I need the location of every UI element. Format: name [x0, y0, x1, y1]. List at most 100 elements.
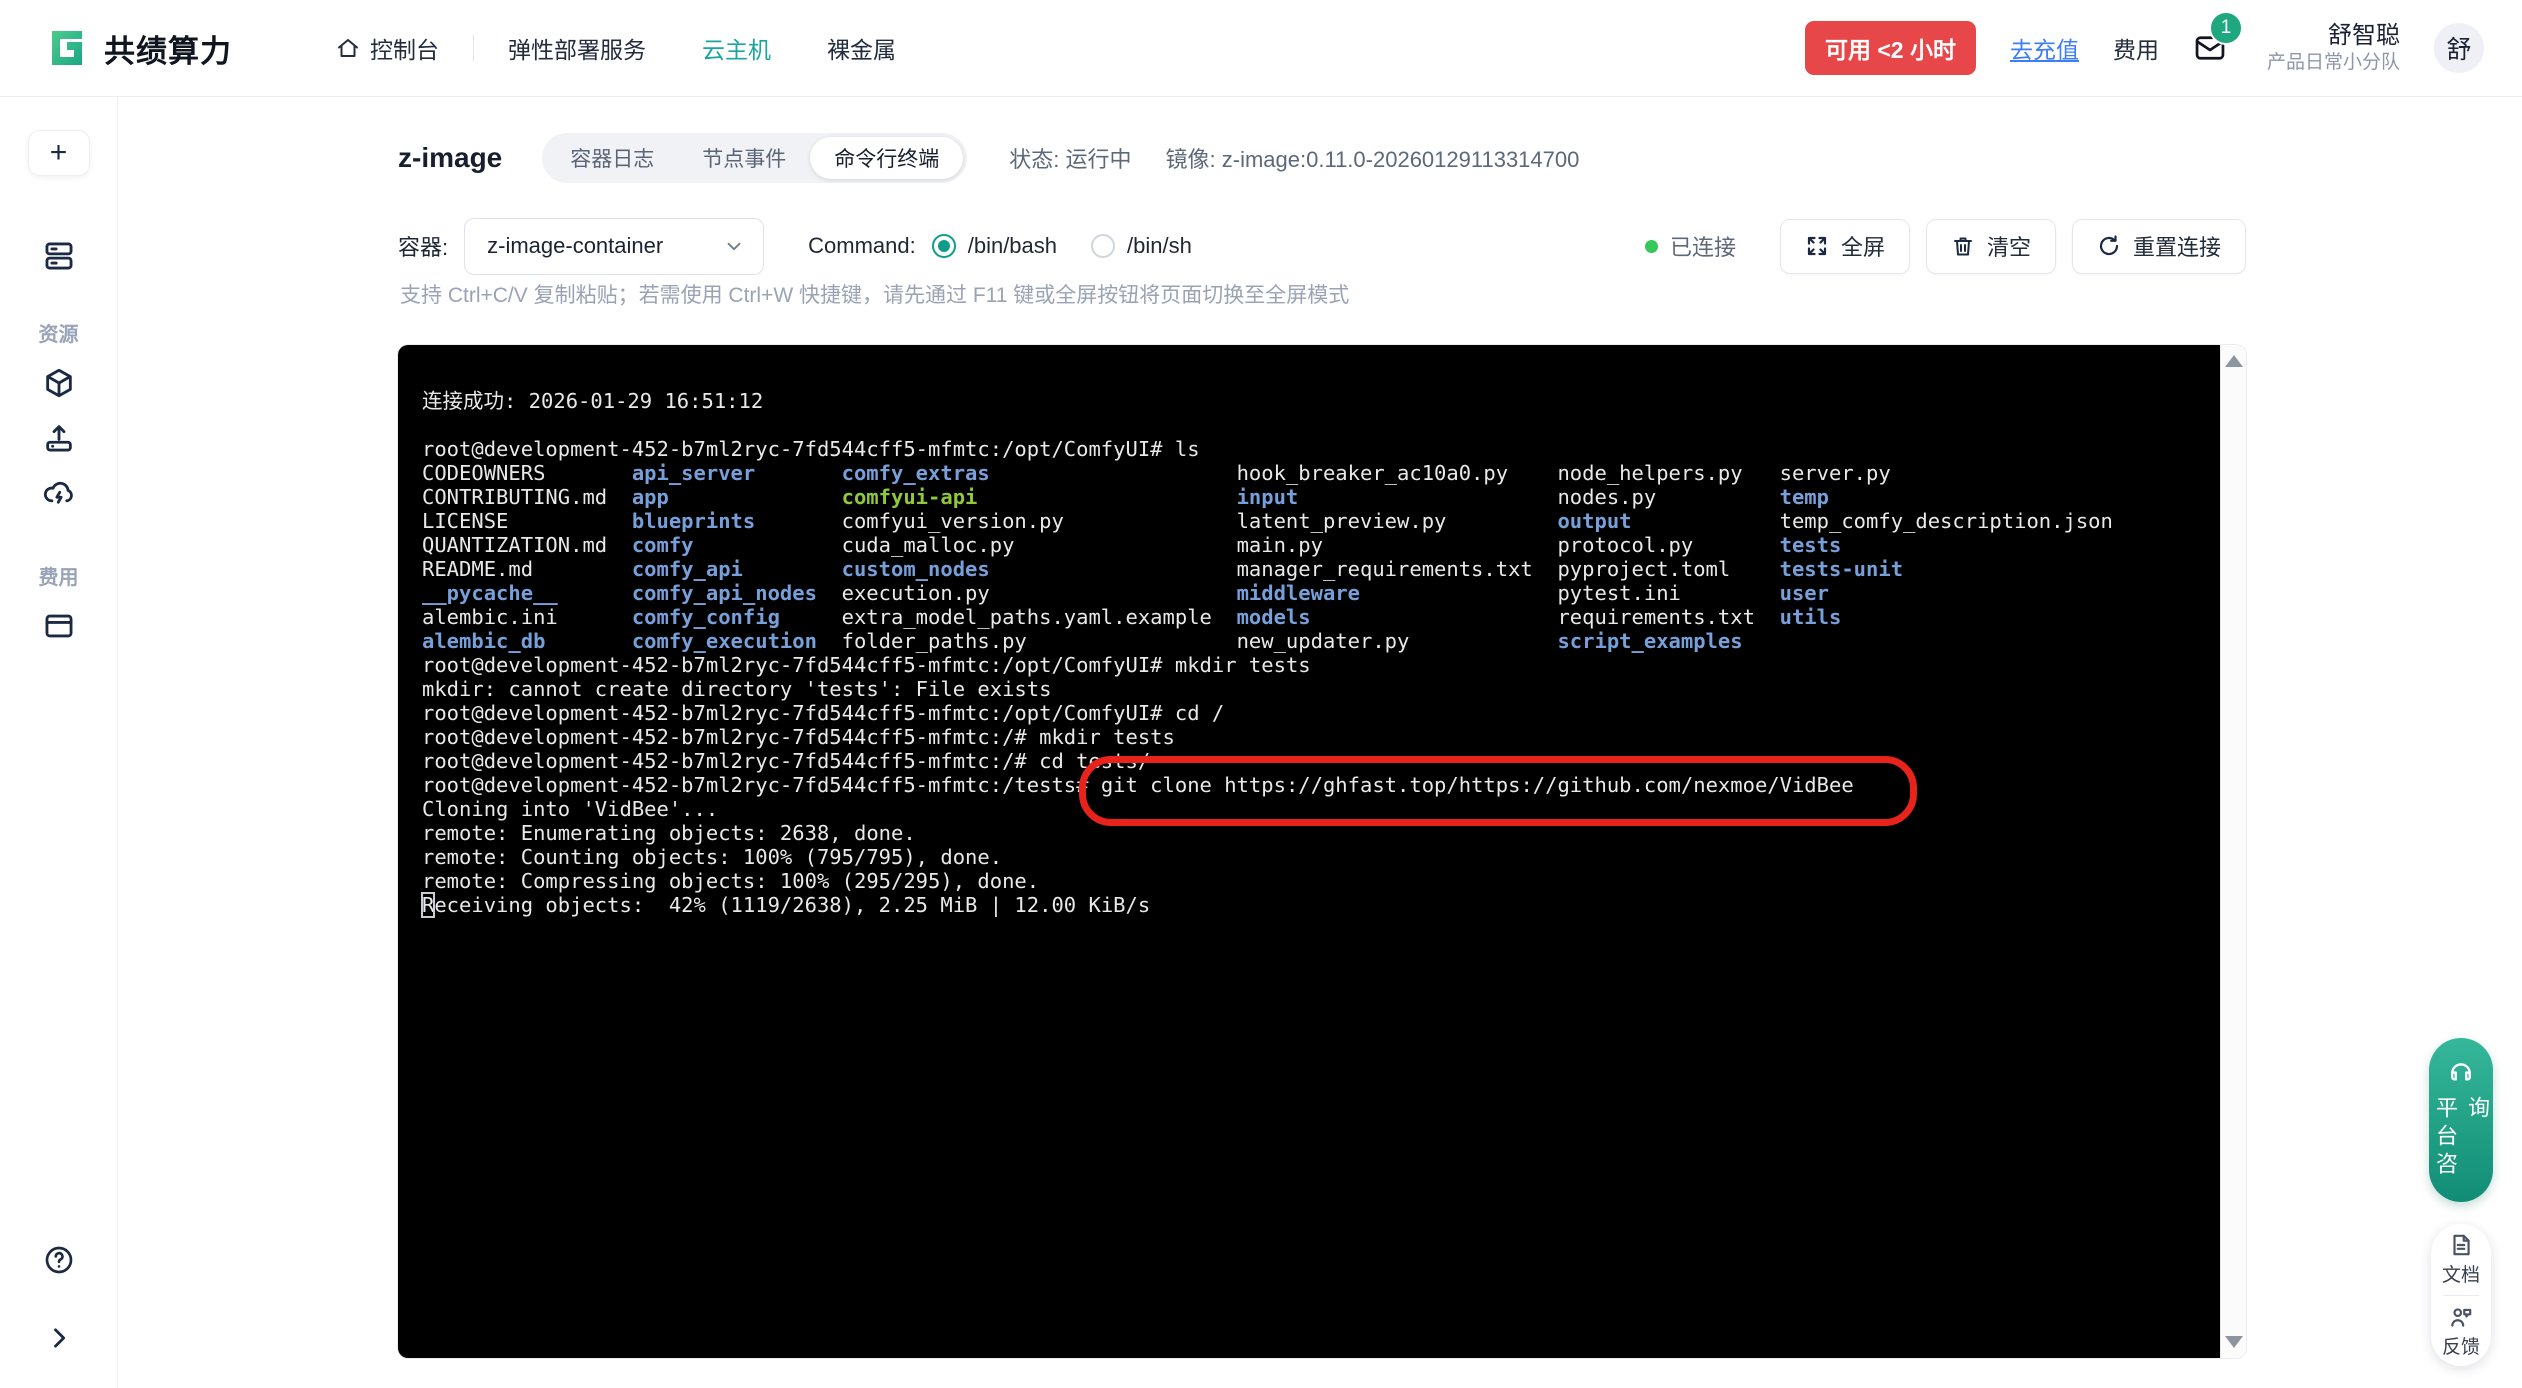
status-value: 运行中 — [1066, 147, 1132, 172]
reconnect-button[interactable]: 重置连接 — [2072, 219, 2246, 274]
terminal-controls: 容器: z-image-container Command: /bin/bash… — [398, 217, 2246, 275]
billing-link[interactable]: 费用 — [2113, 31, 2159, 65]
container-select[interactable]: z-image-container — [464, 218, 764, 275]
terminal-screen[interactable]: 连接成功: 2026-01-29 16:51:12 root@developme… — [398, 345, 2220, 1358]
terminal-line: README.mdcomfy_apicustom_nodesmanager_re… — [422, 557, 2204, 581]
radio-bin-bash[interactable]: /bin/bash — [932, 233, 1057, 259]
terminal-line: CODEOWNERSapi_servercomfy_extrashook_bre… — [422, 461, 2204, 485]
avatar[interactable]: 舒 — [2434, 23, 2484, 73]
refresh-icon — [2097, 234, 2121, 258]
left-sidebar: + 资源 费用 — [0, 97, 118, 1388]
nav-menu: 控制台 弹性部署服务 云主机 裸金属 — [308, 31, 924, 65]
terminal-line — [422, 413, 2204, 437]
collapse-chevron-icon[interactable] — [39, 1318, 79, 1358]
terminal-line: __pycache__comfy_api_nodesexecution.pymi… — [422, 581, 2204, 605]
image-value: z-image:0.11.0-20260129113314700 — [1222, 147, 1580, 172]
top-navbar: 共绩算力 控制台 弹性部署服务 云主机 裸金属 — [0, 0, 2522, 97]
page: 共绩算力 控制台 弹性部署服务 云主机 裸金属 — [0, 0, 2522, 1388]
terminal-line: Cloning into 'VidBee'... — [422, 797, 2204, 821]
help-icon[interactable] — [39, 1240, 79, 1280]
command-radio-group: /bin/bash /bin/sh — [932, 233, 1192, 259]
terminal-line: LICENSEblueprintscomfyui_version.pylaten… — [422, 509, 2204, 533]
quota-badge[interactable]: 可用 <2 小时 — [1805, 21, 1976, 75]
platform-support-button[interactable]: 平台咨询 — [2429, 1038, 2493, 1202]
fullscreen-icon — [1805, 234, 1829, 258]
connection-status: 已连接 — [1645, 230, 1736, 262]
radio-unselected-icon — [1091, 234, 1115, 258]
instance-meta: 状态: 运行中 镜像: z-image:0.11.0-2026012911331… — [1009, 142, 1579, 174]
floating-tools: 文档 反馈 — [2431, 1224, 2491, 1366]
tab-terminal[interactable]: 命令行终端 — [810, 137, 963, 179]
terminal-output: 连接成功: 2026-01-29 16:51:12 root@developme… — [398, 345, 2220, 1358]
feedback-button[interactable]: 反馈 — [2442, 1304, 2480, 1359]
nav-item-cloud-host[interactable]: 云主机 — [674, 31, 799, 65]
terminal-line: root@development-452-b7ml2ryc-7fd544cff5… — [422, 701, 2204, 725]
nav-item-bare-metal[interactable]: 裸金属 — [799, 31, 924, 65]
brand-name: 共绩算力 — [104, 26, 232, 71]
mail-unread-badge: 1 — [2209, 11, 2243, 45]
nav-right: 可用 <2 小时 去充值 费用 1 舒智聪 产品日常小分队 舒 — [1805, 21, 2484, 75]
nav-item-deploy[interactable]: 弹性部署服务 — [480, 31, 674, 65]
terminal-scrollbar[interactable] — [2220, 345, 2246, 1358]
brand-logo-icon — [48, 27, 90, 69]
tab-node-events[interactable]: 节点事件 — [678, 137, 810, 179]
page-title: z-image — [398, 142, 502, 174]
terminal-hint: 支持 Ctrl+C/V 复制粘贴；若需使用 Ctrl+W 快捷键，请先通过 F1… — [400, 279, 1349, 309]
command-label: Command: — [808, 233, 916, 259]
radio-selected-icon — [932, 234, 956, 258]
terminal-line: mkdir: cannot create directory 'tests': … — [422, 677, 2204, 701]
platform-support-label: 平台咨询 — [2429, 1096, 2493, 1202]
radio-bin-sh[interactable]: /bin/sh — [1091, 233, 1192, 259]
upload-storage-icon[interactable] — [39, 418, 79, 458]
scroll-down-icon[interactable] — [2225, 1336, 2243, 1348]
feedback-icon — [2448, 1304, 2474, 1330]
sidebar-group-billing: 费用 — [39, 561, 79, 590]
nav-item-label: 裸金属 — [827, 31, 896, 65]
terminal-line: root@development-452-b7ml2ryc-7fd544cff5… — [422, 749, 2204, 773]
nav-item-console[interactable]: 控制台 — [308, 31, 467, 65]
create-new-button[interactable]: + — [28, 130, 90, 176]
document-icon — [2448, 1232, 2474, 1258]
terminal-line: root@development-452-b7ml2ryc-7fd544cff5… — [422, 725, 2204, 749]
brand[interactable]: 共绩算力 — [48, 26, 232, 71]
user-info[interactable]: 舒智聪 产品日常小分队 — [2267, 21, 2400, 75]
status-field: 状态: 运行中 — [1009, 142, 1131, 174]
terminal-panel: 连接成功: 2026-01-29 16:51:12 root@developme… — [398, 345, 2246, 1358]
cloud-compute-icon[interactable] — [39, 473, 79, 513]
terminal-line: remote: Enumerating objects: 2638, done. — [422, 821, 2204, 845]
terminal-line: remote: Counting objects: 100% (795/795)… — [422, 845, 2204, 869]
nav-item-label: 控制台 — [370, 31, 439, 65]
user-name: 舒智聪 — [2267, 21, 2400, 51]
user-team: 产品日常小分队 — [2267, 51, 2400, 75]
terminal-line: alembic.inicomfy_configextra_model_paths… — [422, 605, 2204, 629]
docs-button[interactable]: 文档 — [2442, 1232, 2480, 1287]
recharge-link[interactable]: 去充值 — [2010, 31, 2079, 65]
divider — [2443, 1295, 2479, 1296]
instances-icon[interactable] — [39, 236, 79, 276]
terminal-line: remote: Compressing objects: 100% (295/2… — [422, 869, 2204, 893]
fullscreen-button[interactable]: 全屏 — [1780, 219, 1910, 274]
terminal-line: QUANTIZATION.mdcomfycuda_malloc.pymain.p… — [422, 533, 2204, 557]
image-label: 镜像: — [1166, 147, 1216, 172]
chevron-down-icon — [723, 235, 745, 257]
terminal-line: 连接成功: 2026-01-29 16:51:12 — [422, 389, 2204, 413]
billing-card-icon[interactable] — [39, 606, 79, 646]
scroll-up-icon[interactable] — [2225, 355, 2243, 367]
nav-item-label: 云主机 — [702, 31, 771, 65]
status-label: 状态: — [1009, 147, 1059, 172]
mail-button[interactable]: 1 — [2193, 33, 2227, 63]
connected-dot-icon — [1645, 240, 1658, 253]
container-label: 容器: — [398, 230, 448, 262]
terminal-line: Receiving objects: 42% (1119/2638), 2.25… — [422, 893, 2204, 917]
images-package-icon[interactable] — [39, 363, 79, 403]
image-field: 镜像: z-image:0.11.0-20260129113314700 — [1166, 142, 1580, 174]
container-select-value: z-image-container — [487, 233, 663, 259]
terminal-line: CONTRIBUTING.mdappcomfyui-apiinputnodes.… — [422, 485, 2204, 509]
clear-button[interactable]: 清空 — [1926, 219, 2056, 274]
main-content: z-image 容器日志 节点事件 命令行终端 状态: 运行中 镜像: z-im… — [118, 97, 2522, 1388]
terminal-line: alembic_dbcomfy_executionfolder_paths.py… — [422, 629, 2204, 653]
view-tabs: 容器日志 节点事件 命令行终端 — [542, 133, 967, 183]
terminal-line: root@development-452-b7ml2ryc-7fd544cff5… — [422, 653, 2204, 677]
tab-container-logs[interactable]: 容器日志 — [546, 137, 678, 179]
sidebar-bottom — [39, 1240, 79, 1358]
